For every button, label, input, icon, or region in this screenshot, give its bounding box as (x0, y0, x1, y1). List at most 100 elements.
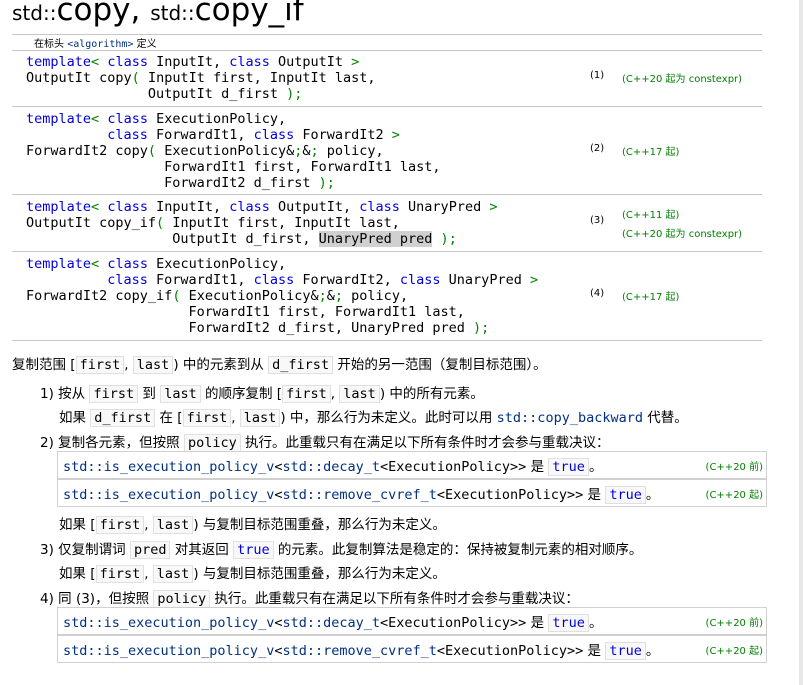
code-last: last (152, 516, 194, 534)
text: 。 (645, 487, 660, 503)
text: 到 (138, 386, 161, 402)
text: 。 (588, 615, 603, 631)
code-last: last (239, 409, 281, 427)
title-namespace-2: std:: (150, 1, 195, 25)
title-name-copy: copy (56, 0, 131, 28)
code-true: true (548, 614, 589, 632)
text: 是 (583, 643, 606, 659)
version-note: (C++20 前) (705, 618, 763, 629)
header-definition: 在标头 <algorithm> 定义 (34, 35, 157, 50)
div: std::is_execution_policy_v<std::remove_c… (63, 483, 660, 504)
text: 复制范围 [ (12, 357, 76, 373)
text: 执行。此重载只有在满足以下所有条件时才会参与重载决议： (240, 435, 610, 451)
header-prefix: 在标头 (34, 39, 68, 50)
copy-backward-link[interactable]: std::copy_backward (497, 410, 643, 426)
code-last: last (132, 356, 174, 374)
text: , (231, 410, 236, 426)
item-4-label: 4) (40, 591, 54, 607)
span: <ExecutionPolicy>> (436, 643, 584, 659)
item-2-note: 如果 [first, last) 与复制目标范围重叠，那么行为未定义。 (59, 513, 446, 534)
item-2-condition-1: std::is_execution_policy_v<std::decay_t<… (57, 451, 767, 479)
declaration-3-highlight: UnaryPred pred (318, 231, 433, 247)
code-true: true (548, 458, 589, 476)
span: <ExecutionPolicy>> (380, 459, 527, 475)
code-first: first (95, 565, 145, 583)
item-1-label: 1) (40, 386, 54, 402)
title-name-copy-if: copy_if (194, 0, 304, 28)
version-note: (C++20 起) (705, 646, 763, 657)
text: 。 (588, 459, 603, 475)
text: 的元素。此复制算法是稳定的：保持被复制元素的相对顺序。 (273, 542, 643, 558)
text: 的顺序复制 [ (200, 386, 283, 402)
text: 开始的另一范围（复制目标范围）。 (333, 357, 547, 373)
text: 是 (526, 459, 549, 475)
page-title: std::copy, std::copy_if (12, 0, 304, 28)
text: 代替。 (642, 410, 688, 426)
declaration-4-number: (4) (590, 288, 605, 299)
text: 。 (645, 643, 660, 659)
is-execution-policy-link[interactable]: std::is_execution_policy_v (63, 643, 274, 659)
item-3-note: 如果 [first, last) 与复制目标范围重叠，那么行为未定义。 (59, 562, 446, 583)
code-d-first: d_first (90, 409, 156, 427)
code-pred: pred (129, 541, 171, 559)
remove-cvref-t-link[interactable]: std::remove_cvref_t (282, 487, 436, 503)
declaration-3-note-2: (C++20 起为 constexpr) (622, 229, 743, 240)
code-policy: policy (153, 590, 211, 608)
item-1: 1) 按从 first 到 last 的顺序复制 [first, last) 中… (40, 382, 484, 403)
declaration-3-code-end: ); (440, 231, 457, 247)
header-file-link[interactable]: <algorithm> (67, 39, 133, 50)
text: , (144, 566, 149, 582)
code-last: last (152, 565, 194, 583)
text: ) 中的元素到从 (173, 357, 269, 373)
text: 如果 [ (59, 517, 96, 533)
code-true: true (605, 486, 646, 504)
div: std::is_execution_policy_v<std::decay_t<… (63, 455, 603, 476)
code-true: true (605, 642, 646, 660)
code-d-first: d_first (268, 356, 334, 374)
code-first: first (75, 356, 125, 374)
version-note: (C++20 起) (705, 490, 763, 501)
text: , (330, 386, 335, 402)
text: ) 与复制目标范围重叠，那么行为未定义。 (193, 566, 446, 582)
declaration-1-number: (1) (590, 70, 605, 81)
declaration-1-code: template< class InputIt, class OutputIt … (26, 54, 376, 102)
text: 执行。此重载只有在满足以下所有条件时才会参与重载决议： (210, 591, 579, 607)
declaration-3-number: (3) (590, 215, 605, 226)
scrollbar[interactable] (799, 0, 803, 685)
span: <ExecutionPolicy>> (380, 615, 527, 631)
text: ) 中的所有元素。 (379, 386, 484, 402)
text: 是 (583, 487, 606, 503)
code-last: last (160, 385, 201, 403)
decl-divider-4 (12, 251, 762, 252)
text: 复制各元素，但按照 (53, 435, 184, 451)
item-3: 3) 仅复制谓词 pred 对其返回 true 的元素。此复制算法是稳定的：保持… (40, 538, 643, 559)
code-first: first (182, 409, 232, 427)
span: <ExecutionPolicy>> (436, 487, 584, 503)
declaration-1-note: (C++20 起为 constexpr) (622, 74, 743, 85)
is-execution-policy-link[interactable]: std::is_execution_policy_v (63, 487, 274, 503)
item-4-condition-2: std::is_execution_policy_v<std::remove_c… (57, 635, 767, 663)
code-policy: policy (183, 434, 241, 452)
remove-cvref-t-link[interactable]: std::remove_cvref_t (282, 643, 436, 659)
code-first: first (95, 516, 145, 534)
header-suffix: 定义 (133, 39, 157, 50)
item-4-condition-1: std::is_execution_policy_v<std::decay_t<… (57, 607, 767, 635)
declaration-2-code: template< class ExecutionPolicy, class F… (26, 111, 441, 191)
is-execution-policy-link[interactable]: std::is_execution_policy_v (63, 459, 274, 475)
title-separator: , (130, 0, 151, 28)
text: , (144, 517, 149, 533)
item-2-condition-2: std::is_execution_policy_v<std::remove_c… (57, 479, 767, 507)
text: 同 (3)，但按照 (53, 591, 154, 607)
item-2: 2) 复制各元素，但按照 policy 执行。此重载只有在满足以下所有条件时才会… (40, 431, 610, 452)
code-last: last (339, 385, 380, 403)
item-3-label: 3) (40, 542, 54, 558)
decay-t-link[interactable]: std::decay_t (282, 459, 380, 475)
intro-paragraph: 复制范围 [first, last) 中的元素到从 d_first 开始的另一范… (12, 353, 547, 374)
declaration-3-note-1: (C++11 起) (622, 210, 680, 221)
item-4: 4) 同 (3)，但按照 policy 执行。此重载只有在满足以下所有条件时才会… (40, 587, 579, 608)
is-execution-policy-link[interactable]: std::is_execution_policy_v (63, 615, 274, 631)
decay-t-link[interactable]: std::decay_t (282, 615, 380, 631)
text: 按从 (53, 386, 90, 402)
text: 对其返回 (170, 542, 234, 558)
div: std::is_execution_policy_v<std::remove_c… (63, 639, 660, 660)
